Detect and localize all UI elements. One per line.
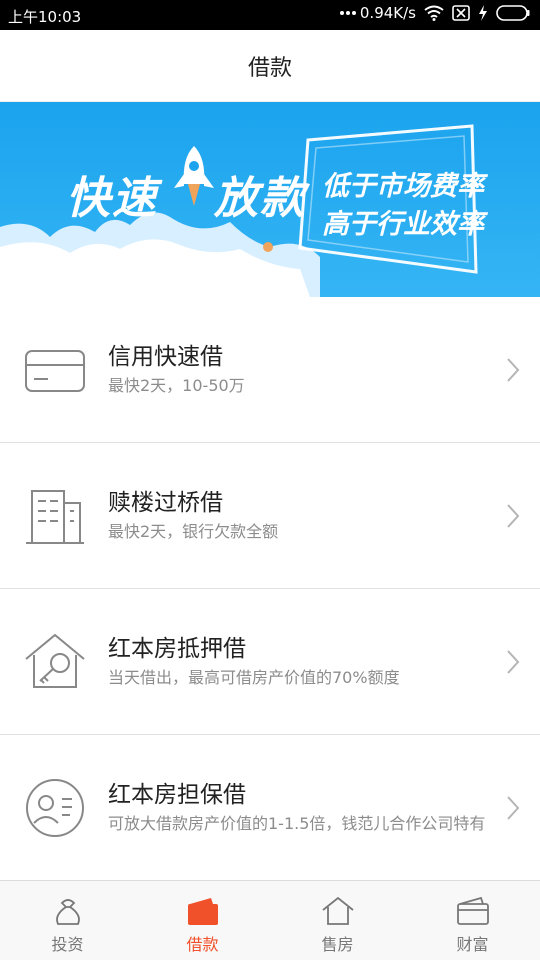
tab-sell-house[interactable]: 售房 bbox=[270, 881, 405, 960]
banner-title-right: 放款 bbox=[214, 173, 306, 224]
loan-item-guarantee[interactable]: 红本房担保借 可放大借款房产价值的1-1.5倍，钱范儿合作公司特有 bbox=[0, 735, 540, 881]
money-bag-icon bbox=[55, 899, 80, 925]
house-icon bbox=[321, 896, 354, 925]
loan-desc: 当天借出，最高可借房产价值的70%额度 bbox=[108, 668, 400, 687]
loan-title: 信用快速借 bbox=[108, 344, 223, 370]
tab-wealth[interactable]: 财富 bbox=[405, 881, 540, 960]
rocket-icon bbox=[174, 146, 214, 206]
status-bar: 上午10:03 0.94K/s bbox=[0, 0, 540, 30]
chevron-right-icon bbox=[507, 796, 520, 820]
chevron-right-icon bbox=[507, 504, 520, 528]
page-header: 借款 bbox=[0, 30, 540, 102]
loan-product-list: 信用快速借 最快2天，10-50万 赎楼过桥借 最快2天，银行欠款全额 红本房抵… bbox=[0, 297, 540, 881]
house-key-icon bbox=[25, 633, 85, 688]
no-sim-icon bbox=[452, 5, 470, 21]
building-icon bbox=[26, 490, 84, 544]
wifi-icon bbox=[424, 5, 444, 21]
tab-loan[interactable]: 借款 bbox=[135, 881, 270, 960]
page-title: 借款 bbox=[247, 55, 292, 81]
tab-label: 投资 bbox=[51, 935, 84, 954]
purse-icon bbox=[456, 896, 489, 925]
loan-item-credit[interactable]: 信用快速借 最快2天，10-50万 bbox=[0, 297, 540, 443]
chevron-right-icon bbox=[507, 650, 520, 674]
charging-icon bbox=[479, 5, 487, 21]
battery-icon bbox=[496, 5, 530, 21]
loan-title: 红本房抵押借 bbox=[108, 636, 246, 662]
banner-slogan-1: 低于市场费率 bbox=[322, 171, 484, 202]
loan-desc: 可放大借款房产价值的1-1.5倍，钱范儿合作公司特有 bbox=[108, 814, 486, 833]
tab-label: 借款 bbox=[186, 935, 219, 954]
loan-item-mortgage[interactable]: 红本房抵押借 当天借出，最高可借房产价值的70%额度 bbox=[0, 589, 540, 735]
chevron-right-icon bbox=[507, 358, 520, 382]
loan-item-bridge[interactable]: 赎楼过桥借 最快2天，银行欠款全额 bbox=[0, 443, 540, 589]
wallet-icon bbox=[187, 898, 218, 925]
bottom-tab-bar: 投资 借款 售房 财富 bbox=[0, 880, 540, 960]
credit-card-icon bbox=[25, 350, 85, 392]
loan-title: 赎楼过桥借 bbox=[108, 490, 223, 516]
loan-title: 红本房担保借 bbox=[108, 782, 246, 808]
promo-banner[interactable]: 快速 放款 低于市场费率 高于行业效率 bbox=[0, 102, 540, 297]
tab-invest[interactable]: 投资 bbox=[0, 881, 135, 960]
banner-slogan-2: 高于行业效率 bbox=[322, 209, 484, 240]
tab-label: 财富 bbox=[456, 935, 489, 954]
tab-label: 售房 bbox=[321, 935, 354, 954]
banner-title-left: 快速 bbox=[66, 173, 158, 224]
loan-desc: 最快2天，10-50万 bbox=[108, 376, 245, 395]
user-card-icon bbox=[26, 779, 84, 837]
status-time: 上午10:03 bbox=[8, 8, 82, 26]
status-indicators: 0.94K/s bbox=[339, 4, 530, 22]
network-speed: 0.94K/s bbox=[359, 4, 416, 22]
more-dots-icon bbox=[339, 11, 356, 15]
loan-desc: 最快2天，银行欠款全额 bbox=[108, 522, 279, 541]
